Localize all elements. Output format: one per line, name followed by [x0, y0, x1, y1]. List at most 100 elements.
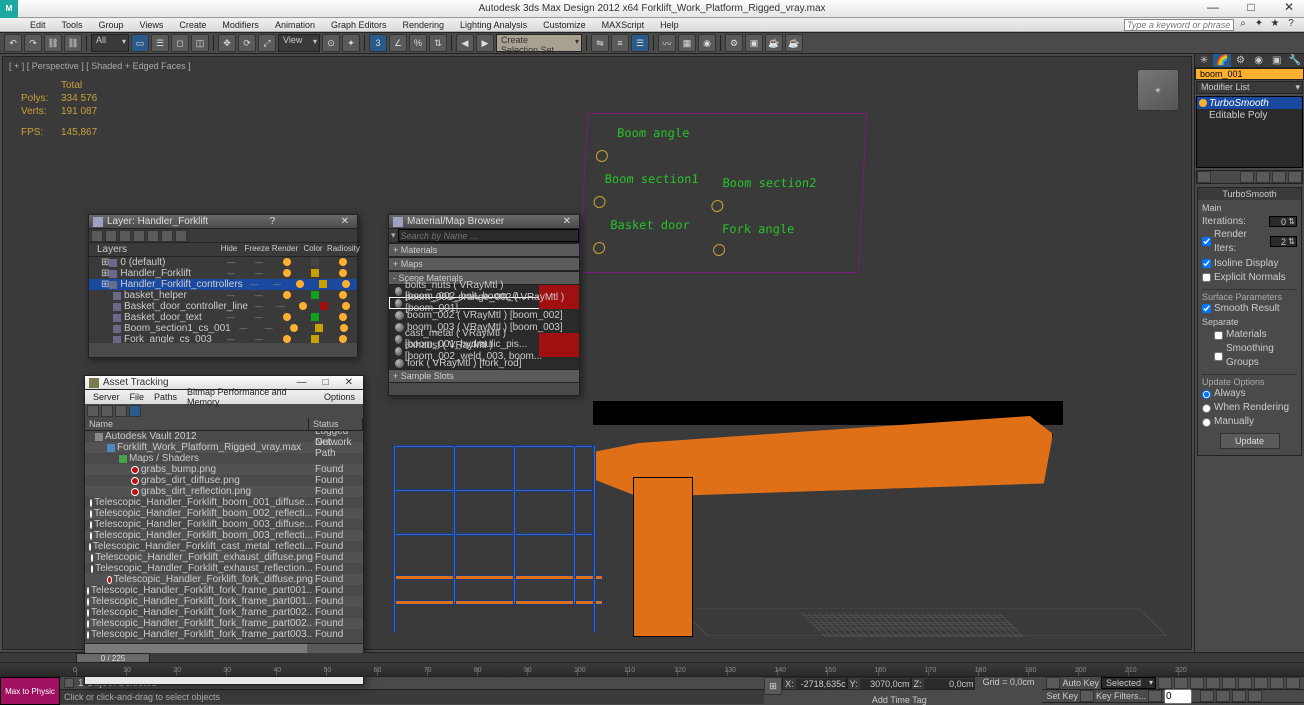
display-tab[interactable]: ▣ — [1268, 54, 1286, 67]
freeze-unfreeze-button[interactable] — [175, 230, 187, 242]
help-icon[interactable]: ? — [1284, 18, 1298, 32]
pivot-button[interactable]: ⊙ — [322, 34, 340, 52]
window-crossing-button[interactable]: ◫ — [191, 34, 209, 52]
asset-row[interactable]: Telescopic_Handler_Forklift_fork_diffuse… — [85, 574, 363, 585]
isoline-checkbox[interactable] — [1202, 259, 1211, 268]
render-iterative-button[interactable]: ☕ — [785, 34, 803, 52]
transform-type-button[interactable]: ⊞ — [764, 677, 782, 695]
menu-modifiers[interactable]: Modifiers — [216, 20, 265, 30]
update-always-radio[interactable] — [1202, 390, 1211, 399]
material-editor-button[interactable]: ◉ — [698, 34, 716, 52]
ref-coord-dropdown[interactable]: View — [278, 34, 320, 52]
select-layer-button[interactable] — [133, 230, 145, 242]
set-key-button[interactable] — [1080, 690, 1094, 702]
menu-customize[interactable]: Customize — [537, 20, 592, 30]
zoom-extents-button[interactable] — [1270, 677, 1284, 689]
boom-section2-control[interactable] — [711, 200, 724, 212]
snap-toggle-button[interactable]: 3 — [369, 34, 387, 52]
menu-create[interactable]: Create — [173, 20, 212, 30]
update-render-radio[interactable] — [1202, 404, 1211, 413]
time-slider-knob[interactable]: 0 / 225 — [76, 653, 150, 663]
material-search-menu[interactable]: ▾ — [389, 229, 398, 242]
coord-z-input[interactable] — [924, 679, 974, 689]
coord-x-input[interactable] — [796, 679, 846, 689]
layer-row[interactable]: Basket_door_controller_line—— — [89, 301, 357, 312]
orbit-button[interactable] — [1216, 690, 1230, 702]
rollout-header[interactable]: TurboSmooth — [1198, 188, 1301, 200]
asset-max-button[interactable]: □ — [317, 377, 335, 388]
asset-row[interactable]: Telescopic_Handler_Forklift_boom_003_ref… — [85, 530, 363, 541]
search-go-icon[interactable]: ⌕ — [1236, 18, 1250, 32]
menu-maxscript[interactable]: MAXScript — [596, 20, 651, 30]
asset-menu-bitmap[interactable]: Bitmap Performance and Memory — [183, 387, 318, 407]
script-label[interactable]: Max to Physic — [0, 677, 60, 705]
material-row[interactable]: exhaust ( VRayMtl ) [boom_002_weld_003, … — [389, 345, 579, 357]
key-filters-button[interactable]: Key Filters... — [1096, 691, 1146, 701]
sep-materials-checkbox[interactable] — [1214, 331, 1223, 340]
mirror-button[interactable]: ⇋ — [591, 34, 609, 52]
asset-row[interactable]: Telescopic_Handler_Forklift_fork_frame_p… — [85, 618, 363, 629]
utilities-tab[interactable]: 🔧 — [1286, 54, 1304, 67]
layer-help-button[interactable]: ? — [264, 216, 282, 227]
asset-table-button[interactable] — [115, 405, 127, 417]
asset-row[interactable]: Telescopic_Handler_Forklift_fork_frame_p… — [85, 596, 363, 607]
asset-tree-button[interactable] — [101, 405, 113, 417]
hierarchy-tab[interactable]: ⚙ — [1231, 54, 1249, 67]
help-search-input[interactable] — [1124, 19, 1234, 31]
hide-unhide-button[interactable] — [161, 230, 173, 242]
menu-edit[interactable]: Edit — [24, 20, 52, 30]
object-name-field[interactable]: boom_001 — [1195, 68, 1304, 80]
zoom-extents-all-button[interactable] — [1286, 677, 1300, 689]
fov-button[interactable] — [1232, 690, 1246, 702]
selection-filter-dropdown[interactable]: All — [91, 34, 129, 52]
zoom-button[interactable] — [1238, 677, 1252, 689]
asset-hscroll[interactable] — [85, 643, 363, 653]
layer-list[interactable]: ⊞ 0 (default)——⊞ Handler_Forklift——⊞ Han… — [89, 257, 357, 343]
render-iters-checkbox[interactable] — [1202, 237, 1211, 246]
modify-tab[interactable]: 🌈 — [1213, 54, 1231, 67]
spinner-snap-button[interactable]: ⇅ — [429, 34, 447, 52]
play-button[interactable] — [1190, 677, 1204, 689]
material-row[interactable]: boom_001_orange_002 ( VRayMtl ) [boom_00… — [389, 297, 579, 309]
menu-tools[interactable]: Tools — [56, 20, 89, 30]
asset-highlight-button[interactable] — [129, 405, 141, 417]
highlight-layer-button[interactable] — [147, 230, 159, 242]
render-iters-spinner[interactable]: 2 — [1270, 236, 1297, 247]
selection-lock-button[interactable] — [64, 678, 74, 688]
basket-door-control[interactable] — [593, 242, 606, 254]
smooth-result-checkbox[interactable] — [1202, 304, 1211, 313]
time-slider[interactable]: 0 / 225 — [0, 653, 1304, 663]
align-button[interactable]: ≡ — [611, 34, 629, 52]
add-time-tag[interactable]: Add Time Tag — [872, 695, 935, 705]
track-bar[interactable]: 0102030405060708090100110120130140150160… — [0, 663, 1304, 677]
viewport-label[interactable]: [ + ] [ Perspective ] [ Shaded + Edged F… — [9, 61, 191, 71]
boom-section1-control[interactable] — [593, 196, 606, 208]
schematic-view-button[interactable]: ▦ — [678, 34, 696, 52]
minimize-button[interactable]: — — [1202, 0, 1224, 14]
percent-snap-button[interactable]: % — [409, 34, 427, 52]
material-close-button[interactable]: ✕ — [559, 216, 575, 227]
configure-sets-button[interactable] — [1288, 171, 1302, 183]
show-end-result-button[interactable] — [1240, 171, 1254, 183]
forklift-model[interactable] — [393, 367, 1053, 650]
new-layer-button[interactable] — [91, 230, 103, 242]
layer-row[interactable]: basket_helper—— — [89, 290, 357, 301]
scene-material-list[interactable]: bolts_nuts ( VRayMtl ) [boom_002_bolt, b… — [389, 285, 579, 369]
layer-row[interactable]: Boom_section1_cs_001—— — [89, 323, 357, 334]
app-logo[interactable]: M — [0, 0, 18, 18]
add-to-layer-button[interactable] — [119, 230, 131, 242]
menu-help[interactable]: Help — [654, 20, 685, 30]
menu-animation[interactable]: Animation — [269, 20, 321, 30]
render-production-button[interactable]: ☕ — [765, 34, 783, 52]
material-search-input[interactable] — [398, 229, 579, 242]
asset-row[interactable]: grabs_bump.pngFound — [85, 464, 363, 475]
menu-lighting[interactable]: Lighting Analysis — [454, 20, 533, 30]
coord-y-input[interactable] — [860, 679, 910, 689]
view-cube[interactable]: ◈ — [1137, 69, 1179, 111]
close-button[interactable]: ✕ — [1278, 0, 1300, 14]
layer-row[interactable]: ⊞ 0 (default)—— — [89, 257, 357, 268]
render-frame-button[interactable]: ▣ — [745, 34, 763, 52]
time-config-button[interactable] — [1148, 690, 1162, 702]
update-button[interactable]: Update — [1220, 433, 1280, 449]
pin-stack-button[interactable] — [1197, 171, 1211, 183]
